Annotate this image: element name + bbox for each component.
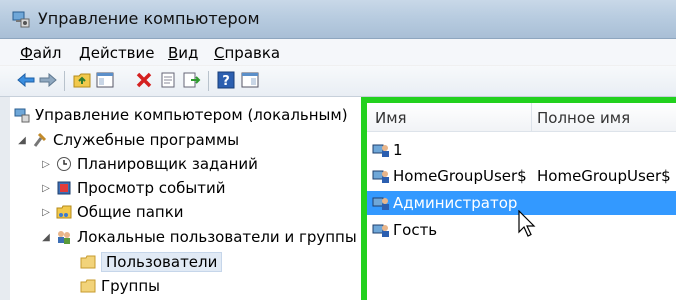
window-title: Управление компьютером	[38, 9, 260, 28]
title-bar: Управление компьютером	[0, 0, 676, 39]
toolbar-separator	[64, 71, 65, 91]
tree-node-event-viewer[interactable]: ▷ Просмотр событий	[40, 177, 226, 199]
user-name: HomeGroupUser$	[393, 167, 527, 185]
users-list-pane: Имя Полное имя 1 HomeGroupUser$ HomeGrou…	[361, 97, 676, 300]
user-full-name: HomeGroupUser$	[537, 167, 671, 185]
users-group-icon	[58, 231, 70, 244]
toolbar-separator	[208, 71, 209, 91]
folder-icon	[80, 255, 96, 269]
export-list-icon[interactable]	[182, 70, 202, 90]
svg-text:?: ?	[222, 74, 230, 89]
console-tree: Управление компьютером (локальным) ◢ Слу…	[10, 97, 363, 300]
user-icon	[372, 170, 389, 183]
tools-icon	[33, 132, 47, 147]
user-icon	[372, 197, 389, 210]
tree-label: Пользователи	[101, 252, 223, 272]
toolbar: ?	[0, 66, 676, 97]
up-folder-icon[interactable]	[72, 70, 92, 90]
tree-label: Общие папки	[77, 203, 184, 221]
tree-label: Планировщик заданий	[77, 155, 258, 173]
delete-icon[interactable]	[134, 70, 154, 90]
collapse-arrow-icon[interactable]: ◢	[16, 135, 28, 146]
expand-arrow-icon[interactable]: ▷	[40, 159, 52, 170]
collapse-arrow-icon[interactable]: ◢	[40, 232, 52, 243]
shared-folder-icon	[56, 205, 72, 219]
show-hide-tree-icon[interactable]	[95, 70, 115, 90]
clock-icon	[57, 157, 71, 171]
tree-node-shared-folders[interactable]: ▷ Общие папки	[40, 201, 184, 223]
list-item[interactable]: HomeGroupUser$ HomeGroupUser$	[367, 164, 676, 188]
tree-node-root[interactable]: Управление компьютером (локальным)	[12, 104, 348, 126]
menu-help[interactable]: Справка	[214, 44, 280, 62]
column-divider[interactable]	[531, 103, 532, 131]
computer-management-icon	[14, 108, 30, 123]
menu-file[interactable]: Файл	[20, 44, 61, 62]
expand-arrow-icon[interactable]: ▷	[40, 183, 52, 194]
user-icon	[372, 144, 389, 157]
tree-node-local-users-groups[interactable]: ◢ Локальные пользователи и группы	[40, 226, 357, 248]
forward-arrow-icon[interactable]	[38, 70, 58, 90]
tree-label: Управление компьютером (локальным)	[35, 106, 348, 124]
column-name[interactable]: Имя	[375, 109, 407, 127]
tree-label: Служебные программы	[53, 131, 240, 149]
left-edge	[0, 97, 10, 300]
tree-label: Группы	[101, 277, 161, 295]
mouse-cursor-icon	[518, 210, 536, 237]
expand-arrow-icon[interactable]: ▷	[40, 207, 52, 218]
menu-view[interactable]: Вид	[168, 44, 198, 62]
tree-label: Просмотр событий	[77, 179, 226, 197]
user-name: 1	[393, 141, 403, 159]
column-full-name[interactable]: Полное имя	[537, 109, 630, 127]
computer-management-icon	[12, 11, 30, 28]
help-icon[interactable]: ?	[216, 70, 236, 90]
back-arrow-icon[interactable]	[16, 70, 36, 90]
user-name: Администратор	[393, 194, 518, 212]
tree-node-system-tools[interactable]: ◢ Служебные программы	[16, 129, 239, 151]
list-item[interactable]: 1	[367, 138, 676, 162]
menu-bar: Файл Действие Вид Справка	[0, 39, 676, 65]
tree-node-groups[interactable]: Группы	[64, 275, 160, 297]
show-hide-action-pane-icon[interactable]	[240, 70, 260, 90]
tree-label: Локальные пользователи и группы	[77, 228, 357, 246]
event-viewer-icon	[57, 181, 71, 195]
menu-action[interactable]: Действие	[79, 44, 155, 62]
user-name: Гость	[393, 221, 438, 239]
user-icon	[372, 224, 389, 237]
tree-node-task-scheduler[interactable]: ▷ Планировщик заданий	[40, 153, 258, 175]
tree-node-users[interactable]: Пользователи	[64, 251, 223, 273]
column-header: Имя Полное имя	[367, 103, 676, 132]
properties-icon[interactable]	[158, 70, 178, 90]
folder-icon	[80, 279, 96, 293]
